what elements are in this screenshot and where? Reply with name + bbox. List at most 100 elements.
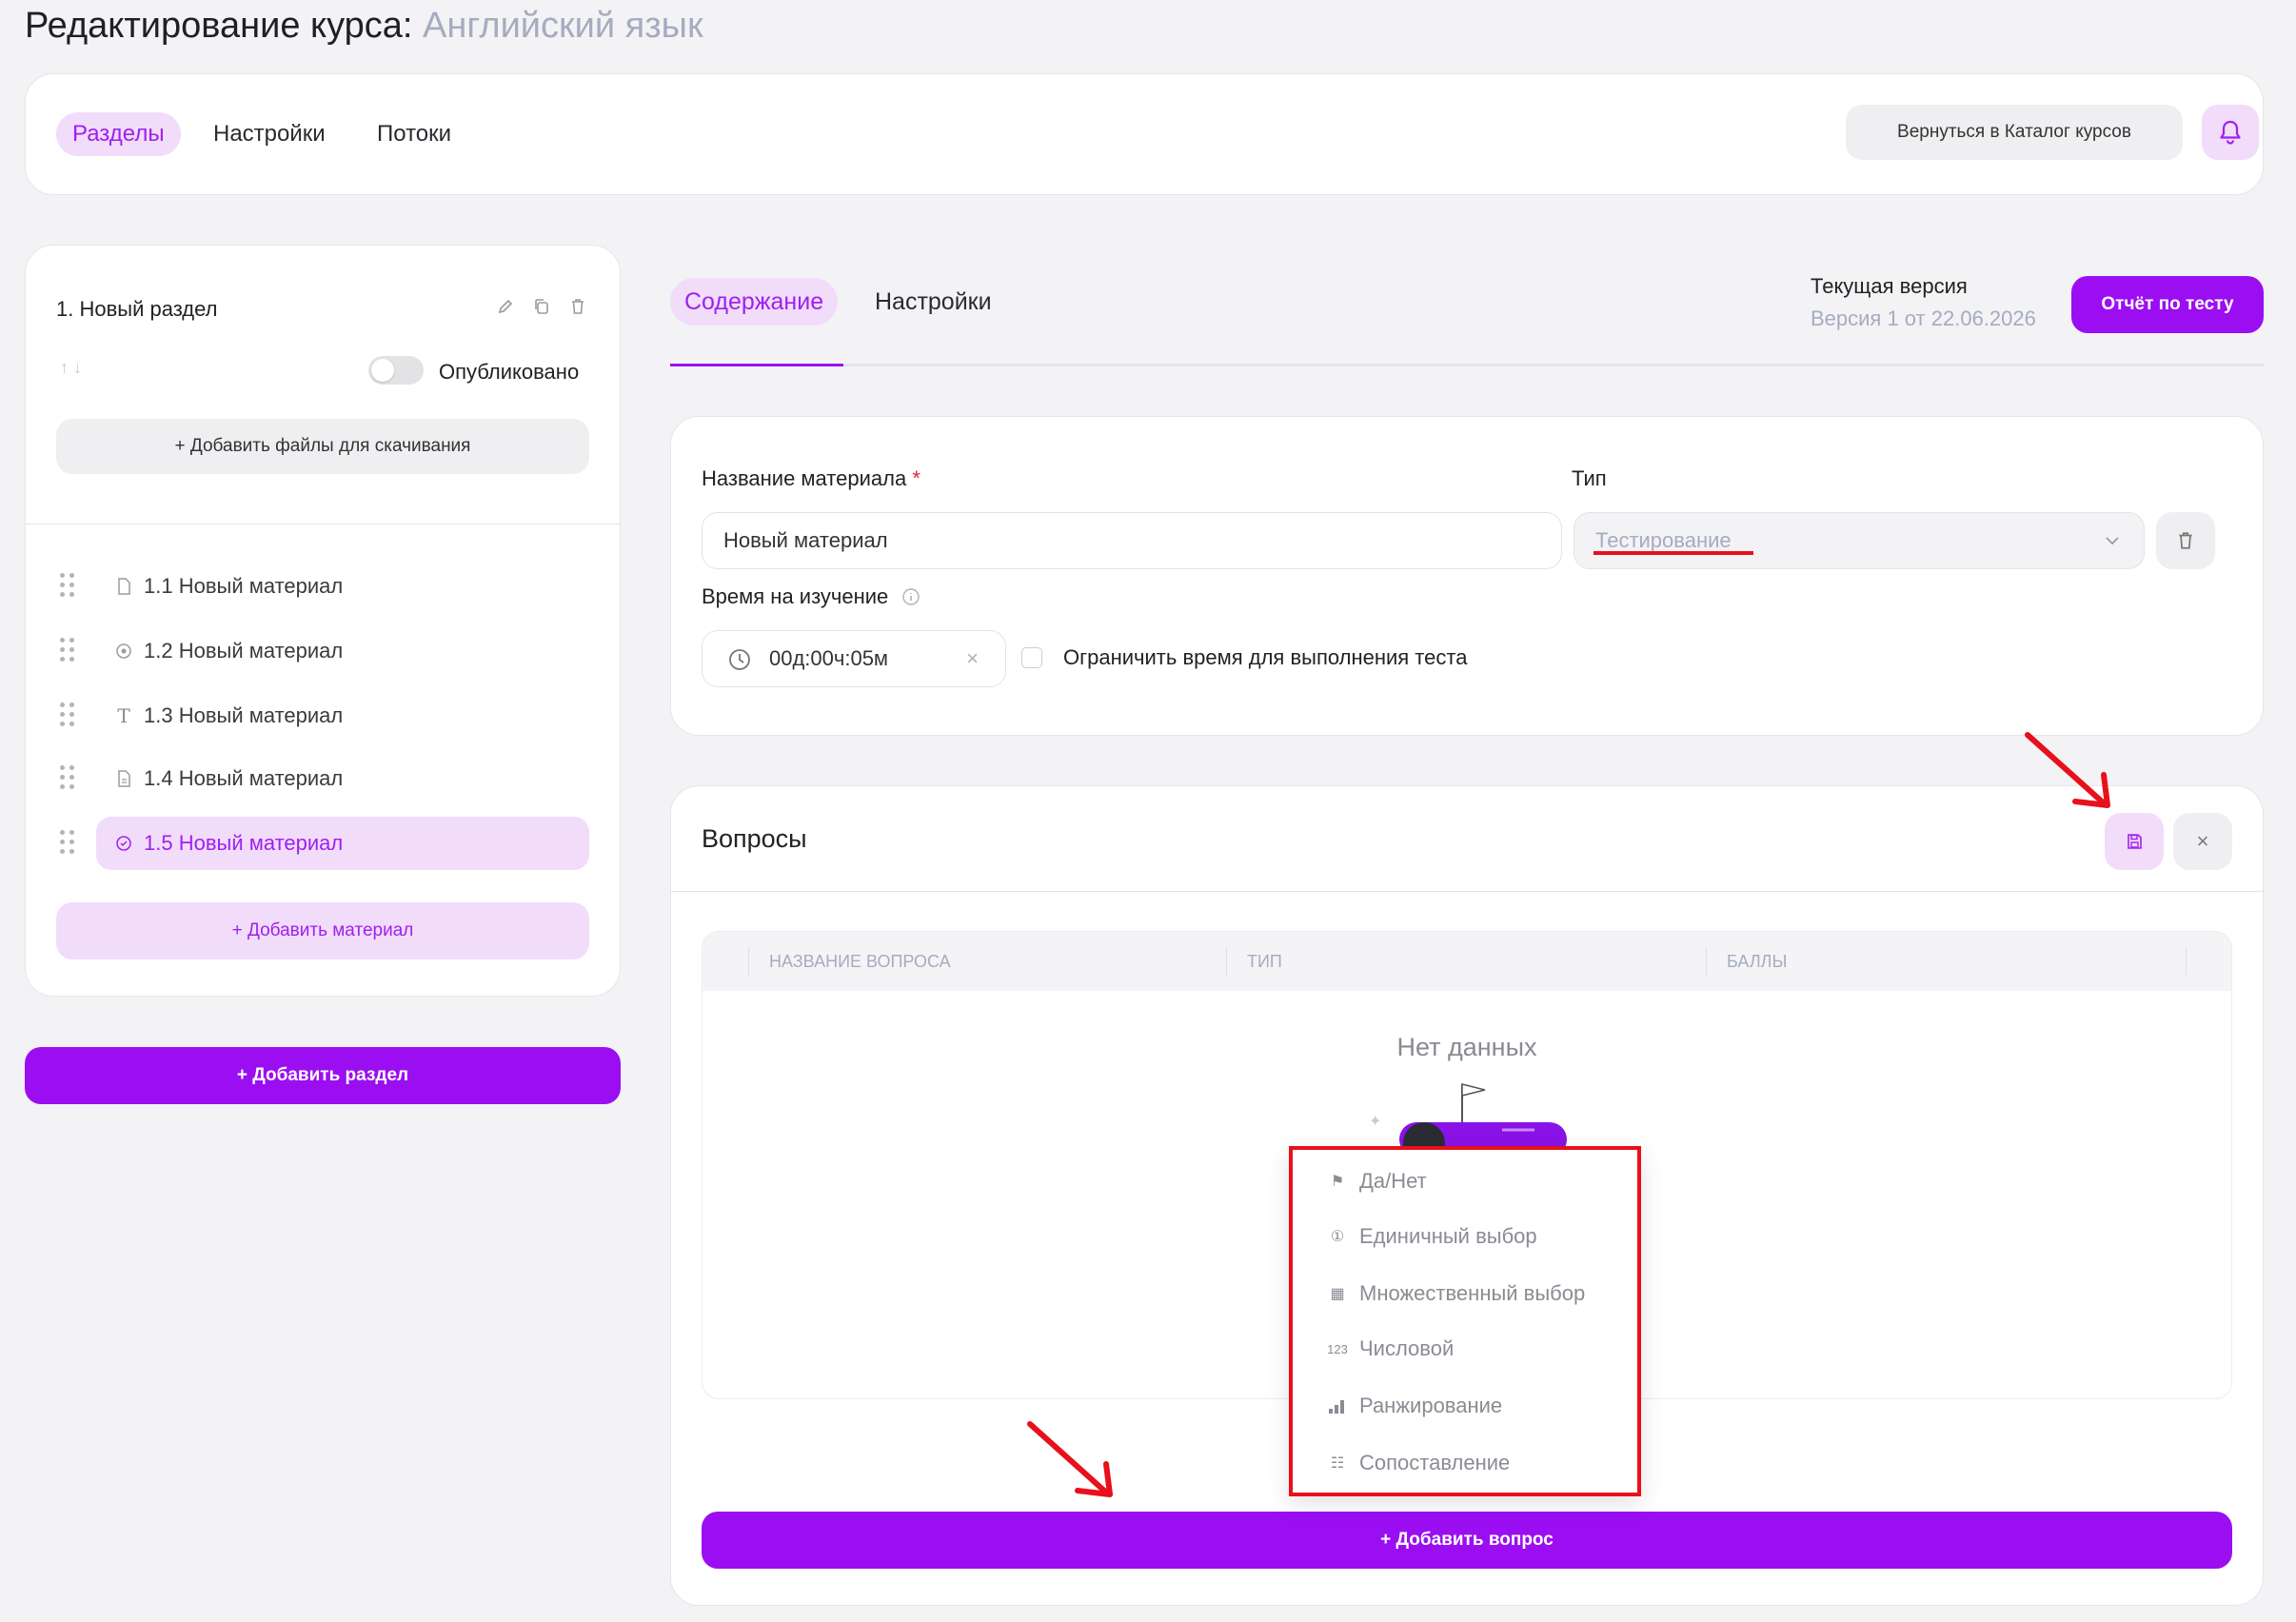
add-question-button[interactable]: + Добавить вопрос	[702, 1512, 2232, 1569]
matching-icon: ☷	[1330, 1455, 1345, 1472]
section-title: 1. Новый раздел	[56, 297, 218, 321]
material-item-1-1[interactable]: 1.1 Новый материал	[96, 560, 589, 613]
delete-material-button[interactable]	[2156, 512, 2215, 569]
column-header-points: БАЛЛЫ	[1727, 952, 1788, 971]
add-files-button[interactable]: + Добавить файлы для скачивания	[56, 419, 589, 474]
page-title: Редактирование курса: Английский язык	[25, 6, 703, 47]
column-separator	[1706, 947, 1707, 976]
material-label: 1.2 Новый материал	[144, 639, 344, 663]
save-button[interactable]	[2105, 813, 2164, 870]
chevron-down-icon	[2106, 537, 2119, 545]
material-item-1-3[interactable]: T 1.3 Новый материал	[96, 689, 589, 742]
type-select-value: Тестирование	[1595, 528, 1732, 552]
info-icon[interactable]	[901, 587, 920, 606]
copy-icon[interactable]	[532, 297, 551, 316]
menu-item-numeric[interactable]: 123 Числовой	[1327, 1335, 1454, 1363]
number-icon: 123	[1327, 1341, 1348, 1356]
text-icon: T	[117, 704, 130, 727]
drag-handle-icon[interactable]	[60, 830, 77, 857]
add-material-button[interactable]: + Добавить материал	[56, 902, 589, 959]
material-name-input[interactable]: Новый материал	[702, 512, 1562, 569]
section-card: 1. Новый раздел ↑ ↓ Опубликовано + Добав…	[25, 245, 621, 997]
test-report-button[interactable]: Отчёт по тесту	[2071, 276, 2264, 333]
clock-icon	[729, 649, 750, 670]
table-header: НАЗВАНИЕ ВОПРОСА ТИП БАЛЛЫ	[703, 932, 2231, 991]
empty-state-illustration: ✦	[1369, 1083, 1567, 1157]
edit-icon[interactable]	[496, 297, 515, 316]
menu-item-single-choice[interactable]: ① Единичный выбор	[1327, 1222, 1537, 1251]
publish-toggle[interactable]	[368, 356, 424, 385]
material-item-1-4[interactable]: 1.4 Новый материал	[96, 752, 589, 805]
save-icon	[2128, 834, 2142, 849]
svg-text:✦: ✦	[1369, 1112, 1381, 1130]
single-choice-icon: ①	[1330, 1229, 1345, 1245]
version-value: Версия 1 от 22.06.2026	[1811, 307, 2036, 330]
drag-handle-icon[interactable]	[60, 765, 77, 792]
menu-item-matching[interactable]: ☷ Сопоставление	[1327, 1449, 1510, 1477]
tab-sections[interactable]: Разделы	[56, 112, 181, 156]
material-form-card: Название материала * Новый материал Тип …	[670, 416, 2264, 736]
menu-item-label: Множественный выбор	[1359, 1281, 1586, 1305]
tab-content[interactable]: Содержание	[670, 278, 839, 326]
bell-icon	[2220, 120, 2241, 145]
menu-item-label: Числовой	[1359, 1336, 1455, 1360]
column-separator	[1226, 947, 1227, 976]
clear-icon[interactable]: ×	[966, 631, 979, 686]
material-item-1-2[interactable]: 1.2 Новый материал	[96, 624, 589, 678]
questions-title: Вопросы	[702, 824, 807, 853]
tab-underline-active	[670, 364, 843, 366]
trash-icon	[2179, 532, 2192, 549]
material-label: 1.4 Новый материал	[144, 766, 344, 790]
study-time-label-text: Время на изучение	[702, 584, 889, 608]
close-icon: ×	[2196, 829, 2209, 853]
menu-item-ranking[interactable]: Ранжирование	[1327, 1392, 1502, 1420]
trash-icon[interactable]	[568, 297, 587, 316]
annotation-arrow	[1027, 1421, 1113, 1497]
empty-state-text: Нет данных	[1396, 1033, 1537, 1061]
material-item-1-5[interactable]: 1.5 Новый материал	[96, 817, 589, 870]
material-label: 1.5 Новый материал	[144, 831, 344, 855]
menu-item-multiple-choice[interactable]: ▦ Множественный выбор	[1327, 1279, 1585, 1308]
menu-item-label: Ранжирование	[1359, 1394, 1503, 1417]
bars-icon	[1329, 1400, 1344, 1414]
study-time-value: 00д:00ч:05м	[769, 646, 889, 670]
column-separator	[748, 947, 749, 976]
published-label: Опубликовано	[439, 360, 580, 384]
drag-handle-icon[interactable]	[60, 638, 77, 664]
material-label: 1.1 Новый материал	[144, 574, 344, 598]
limit-time-checkbox[interactable]	[1021, 647, 1042, 668]
list-item: 1.4 Новый материал	[26, 752, 620, 805]
list-item: 1.1 Новый материал	[26, 560, 620, 613]
back-to-catalog-button[interactable]: Вернуться в Каталог курсов	[1846, 105, 2183, 160]
annotation-underline	[1593, 551, 1753, 555]
drag-handle-icon[interactable]	[60, 702, 77, 729]
divider	[671, 891, 2263, 892]
tab-settings[interactable]: Настройки	[197, 112, 342, 156]
study-time-label: Время на изучение	[702, 584, 920, 609]
column-header-question-name: НАЗВАНИЕ ВОПРОСА	[769, 952, 951, 971]
list-item: 1.2 Новый материал	[26, 624, 620, 678]
file-icon	[118, 770, 130, 787]
version-label: Текущая версия	[1811, 274, 1968, 298]
annotation-arrow	[2025, 732, 2110, 808]
menu-item-label: Да/Нет	[1359, 1169, 1427, 1193]
column-separator	[2186, 947, 2187, 976]
section-actions	[496, 297, 587, 316]
question-type-menu: ⚑ Да/Нет ① Единичный выбор ▦ Множественн…	[1289, 1146, 1641, 1496]
close-button[interactable]: ×	[2173, 813, 2232, 870]
study-time-input[interactable]: 00д:00ч:05м ×	[702, 630, 1006, 687]
reorder-arrows[interactable]: ↑ ↓	[60, 358, 82, 378]
type-select[interactable]: Тестирование	[1574, 512, 2145, 569]
material-label: 1.3 Новый материал	[144, 703, 344, 727]
grid-icon: ▦	[1330, 1286, 1345, 1302]
type-label: Тип	[1572, 466, 1607, 490]
menu-item-yes-no[interactable]: ⚑ Да/Нет	[1327, 1167, 1427, 1196]
drag-handle-icon[interactable]	[60, 573, 77, 600]
tab-material-settings[interactable]: Настройки	[861, 278, 1006, 326]
list-item: 1.5 Новый материал	[26, 817, 620, 870]
tab-streams[interactable]: Потоки	[361, 112, 467, 156]
add-section-button[interactable]: + Добавить раздел	[25, 1047, 621, 1104]
notifications-button[interactable]	[2202, 105, 2259, 160]
test-icon	[116, 836, 131, 851]
top-navigation-bar: Разделы Настройки Потоки Вернуться в Кат…	[25, 73, 2264, 195]
